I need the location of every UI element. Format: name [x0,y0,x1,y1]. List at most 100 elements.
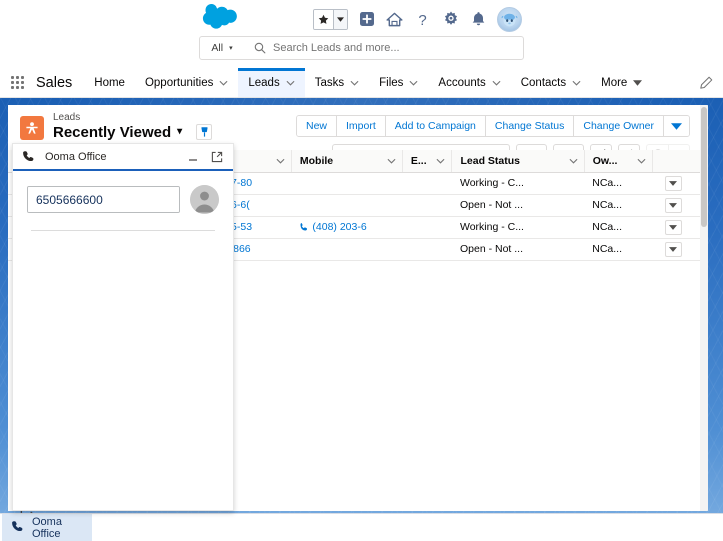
list-view-object-label: Leads [53,112,81,123]
nav-item-list: Home Opportunities Leads Tasks Files Acc… [84,68,652,97]
column-header-owner[interactable]: Ow... [584,150,654,173]
utility-bar: Ooma Office [0,513,723,541]
cell-lead-status: Open - Not ... [451,238,585,261]
nav-item-tasks[interactable]: Tasks [305,68,369,97]
row-action-menu-icon[interactable] [664,241,682,257]
search-scope-label: All [211,42,224,54]
global-search-input[interactable] [273,42,523,54]
mobile-link[interactable]: (408) 203-6 [299,221,402,233]
row-action-menu-icon[interactable] [664,175,682,191]
caret-down-filled-icon [633,79,643,86]
softphone-panel: Ooma Office [12,143,234,511]
dial-number-input[interactable] [28,187,179,212]
list-view-name-label[interactable]: Recently Viewed [53,124,171,141]
chevron-down-icon [492,80,501,86]
dial-row [27,185,219,214]
chevron-down-icon [350,80,359,86]
nav-item-label: More [601,76,628,89]
global-header: ? All ▾ Search Leads and more... [0,0,723,68]
chevron-down-icon [286,80,295,86]
cell-email [402,172,452,195]
cell-mobile [291,194,403,217]
app-name-label[interactable]: Sales [34,68,84,97]
cell-email [402,238,452,261]
column-label: Ow... [592,154,618,167]
favorites-group[interactable] [313,8,348,30]
cell-email [402,194,452,217]
nav-item-label: Tasks [314,76,345,89]
row-action-menu-icon[interactable] [664,219,682,235]
favorites-dropdown-icon[interactable] [333,9,347,29]
column-header-lead-status[interactable]: Lead Status [451,150,585,173]
nav-item-opportunities[interactable]: Opportunities [135,68,238,97]
column-header-actions [652,150,700,173]
chevron-down-icon [437,158,445,164]
utility-bar-item-ooma-office[interactable]: Ooma Office [2,514,92,541]
chevron-down-icon [409,80,418,86]
nav-item-leads[interactable]: Leads [238,68,306,97]
chevron-down-icon [387,158,396,164]
cell-mobile [291,238,403,261]
help-icon[interactable]: ? [413,10,432,29]
chevron-down-icon [637,158,646,164]
chevron-down-icon [276,158,285,164]
phone-handset-icon [21,150,37,163]
pencil-edit-icon[interactable] [699,68,713,98]
nav-item-label: Opportunities [144,76,214,89]
more-actions-caret-icon[interactable] [664,116,689,136]
search-scope-selector[interactable]: All ▾ [200,37,244,59]
softphone-panel-body [13,171,233,231]
cell-lead-status: Working - C... [451,216,585,239]
change-owner-button[interactable]: Change Owner [574,116,664,136]
list-view-caret-icon[interactable]: ▾ [177,126,182,138]
add-favorite-icon[interactable] [357,10,376,29]
minimize-icon[interactable] [185,152,201,162]
dial-input-wrapper[interactable] [27,186,180,213]
cell-owner: NCa... [584,238,653,261]
nav-item-label: Home [94,76,125,89]
cell-email [402,216,452,239]
setup-gear-icon[interactable] [441,10,460,29]
column-label: Lead Status [460,154,520,167]
nav-item-home[interactable]: Home [84,68,135,97]
workspace-scrollbar[interactable] [700,105,708,511]
phone-handset-icon [12,520,25,536]
nav-item-files[interactable]: Files [369,68,428,97]
home-icon[interactable] [385,10,404,29]
user-avatar[interactable] [497,6,522,32]
utility-bar-item-label: Ooma Office [32,515,62,540]
app-navigation-bar: Sales Home Opportunities Leads Tasks Fil… [0,68,723,98]
salesforce-cloud-logo[interactable] [201,3,243,29]
pin-icon[interactable] [196,124,213,141]
column-label: Mobile [299,154,334,167]
search-icon [254,42,266,54]
pop-out-icon[interactable] [209,151,225,163]
cell-row-actions [652,238,700,261]
nav-item-contacts[interactable]: Contacts [511,68,591,97]
add-to-campaign-button[interactable]: Add to Campaign [385,116,486,136]
cell-row-actions [652,172,700,195]
list-view-action-buttons: New Import Add to Campaign Change Status… [295,115,690,137]
column-header-email[interactable]: E... [402,150,453,173]
new-button[interactable]: New [296,116,337,136]
svg-text:?: ? [418,12,426,28]
softphone-title: Ooma Office [45,150,107,163]
favorites-star-icon[interactable] [314,9,333,29]
cell-row-actions [652,216,700,239]
global-search-bar[interactable]: All ▾ [199,36,524,60]
nav-item-accounts[interactable]: Accounts [428,68,510,97]
salesforce-app-window: ? All ▾ Search Leads and more... Sales H… [0,0,723,541]
search-scope-caret-icon: ▾ [229,45,233,52]
row-action-menu-icon[interactable] [664,197,682,213]
column-header-mobile[interactable]: Mobile [291,150,403,173]
import-button[interactable]: Import [337,116,386,136]
cell-owner: NCa... [584,194,653,217]
chevron-down-icon [572,80,581,86]
change-status-button[interactable]: Change Status [485,116,575,136]
cell-row-actions [652,194,700,217]
app-launcher-waffle-icon[interactable] [0,68,34,97]
nav-item-more[interactable]: More [591,68,652,97]
global-header-icon-bar: ? [313,6,522,32]
notifications-bell-icon[interactable] [469,10,488,29]
chevron-down-icon [219,80,228,86]
